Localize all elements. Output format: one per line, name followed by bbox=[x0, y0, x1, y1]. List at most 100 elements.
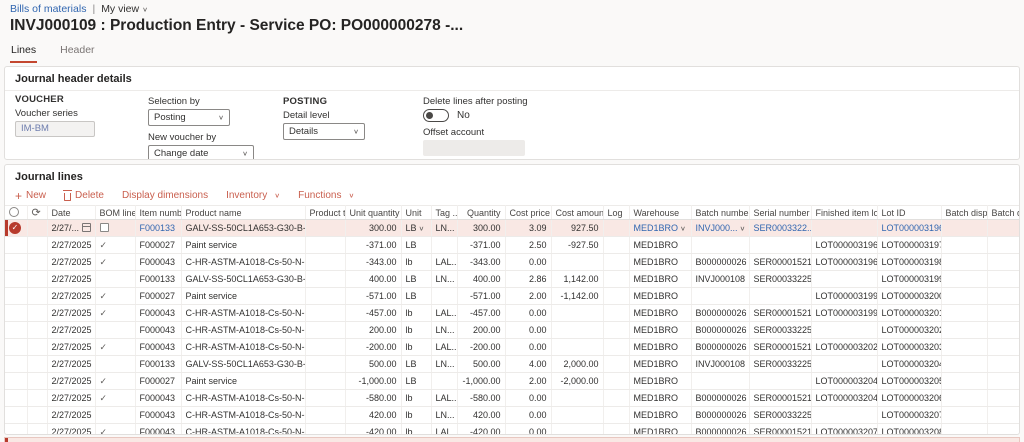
cell-bom-line[interactable]: ✓ bbox=[95, 305, 135, 322]
cell-finished-item-lot[interactable]: LOT000003202 bbox=[811, 339, 877, 356]
cell-bom-line[interactable]: ✓ bbox=[95, 424, 135, 436]
cell-date[interactable]: 2/27/2025 bbox=[47, 271, 95, 288]
cell-batch-number[interactable]: B000000026 bbox=[691, 305, 749, 322]
cell-lot-id[interactable]: LOT000003205 bbox=[877, 373, 941, 390]
cell-cost-price[interactable]: 3.09 bbox=[505, 220, 551, 237]
cell-item-number[interactable]: F000027 bbox=[135, 373, 181, 390]
cell-product-type[interactable] bbox=[305, 424, 345, 436]
cell-product-type[interactable] bbox=[305, 373, 345, 390]
row-selected-checkbox[interactable]: ✓ bbox=[9, 222, 21, 234]
cell-log[interactable] bbox=[603, 407, 629, 424]
cell-batch-number[interactable]: B000000026 bbox=[691, 424, 749, 436]
cell-quantity[interactable]: -343.00 bbox=[457, 254, 505, 271]
cell-batch-disposition[interactable] bbox=[941, 390, 987, 407]
cell-batch-number[interactable]: B000000026 bbox=[691, 254, 749, 271]
cell-serial-number[interactable] bbox=[749, 288, 811, 305]
cell-quantity[interactable]: -200.00 bbox=[457, 339, 505, 356]
cell-lot-id[interactable]: LOT000003207 bbox=[877, 407, 941, 424]
column-header-log[interactable]: Log bbox=[603, 206, 629, 220]
table-row[interactable]: 2/27/2025✓F000043C-HR-ASTM-A1018-Cs-50-N… bbox=[5, 424, 1020, 436]
cell-finished-item-lot[interactable] bbox=[811, 407, 877, 424]
cell-warehouse[interactable]: MED1BRO bbox=[629, 407, 691, 424]
cell-batch-number[interactable]: INVJ000108 bbox=[691, 271, 749, 288]
cell-tag[interactable] bbox=[431, 373, 457, 390]
cell-tag[interactable]: LAL... bbox=[431, 254, 457, 271]
new-voucher-by-select[interactable]: Change date∨ bbox=[148, 145, 254, 160]
cell-lot-id[interactable]: LOT000003202 bbox=[877, 322, 941, 339]
cell-unit-quantity[interactable]: 300.00 bbox=[345, 220, 401, 237]
cell-date[interactable]: 2/27/2025 bbox=[47, 373, 95, 390]
column-header-item-number[interactable]: Item number bbox=[135, 206, 181, 220]
cell-item-number[interactable]: F000043 bbox=[135, 322, 181, 339]
cell-cost-amount[interactable] bbox=[551, 305, 603, 322]
column-header-product-type[interactable]: Product type bbox=[305, 206, 345, 220]
cell-date[interactable]: 2/27/2025 bbox=[47, 407, 95, 424]
cell-unit[interactable]: lb bbox=[401, 339, 431, 356]
cell-bom-line[interactable] bbox=[95, 322, 135, 339]
cell-date[interactable]: 2/27/2025 bbox=[47, 305, 95, 322]
column-header-tag[interactable]: Tag ... bbox=[431, 206, 457, 220]
cell-cost-amount[interactable]: -1,142.00 bbox=[551, 288, 603, 305]
cell-batch-disposition[interactable] bbox=[941, 237, 987, 254]
cell-date[interactable]: 2/27/2025 bbox=[47, 356, 95, 373]
cell-unit-quantity[interactable]: -580.00 bbox=[345, 390, 401, 407]
cell-quantity[interactable]: 400.00 bbox=[457, 271, 505, 288]
table-row[interactable]: 2/27/2025✓F000027Paint service-1,000.00L… bbox=[5, 373, 1020, 390]
cell-cost-amount[interactable] bbox=[551, 390, 603, 407]
cell-date[interactable]: 2/27/2025 bbox=[47, 288, 95, 305]
cell-log[interactable] bbox=[603, 305, 629, 322]
table-row[interactable]: 2/27/2025✓F000027Paint service-571.00LB-… bbox=[5, 288, 1020, 305]
cell-date[interactable]: 2/27/2025 bbox=[47, 390, 95, 407]
cell-product-type[interactable] bbox=[305, 305, 345, 322]
cell-date[interactable]: 2/27/2025 bbox=[47, 339, 95, 356]
cell-unit[interactable]: LB bbox=[401, 356, 431, 373]
cell-warehouse[interactable]: MED1BRO bbox=[629, 390, 691, 407]
cell-batch-disp[interactable] bbox=[987, 339, 1020, 356]
selection-by-select[interactable]: Posting∨ bbox=[148, 109, 230, 126]
cell-bom-line[interactable]: ✓ bbox=[95, 288, 135, 305]
cell-lot-id[interactable]: LOT000003204 bbox=[877, 356, 941, 373]
cell-unit[interactable]: LB bbox=[401, 288, 431, 305]
offset-account-input[interactable] bbox=[423, 140, 525, 156]
cell-product-name[interactable]: C-HR-ASTM-A1018-Cs-50-N-CU-P / C-H... bbox=[181, 305, 305, 322]
cell-batch-disp[interactable] bbox=[987, 424, 1020, 436]
cell-finished-item-lot[interactable]: LOT000003199 bbox=[811, 305, 877, 322]
cell-tag[interactable]: LN... bbox=[431, 407, 457, 424]
new-button[interactable]: +New bbox=[15, 190, 46, 201]
cell-batch-disposition[interactable] bbox=[941, 220, 987, 237]
cell-quantity[interactable]: -1,000.00 bbox=[457, 373, 505, 390]
cell-date[interactable]: 2/27/... bbox=[47, 220, 95, 237]
cell-batch-disposition[interactable] bbox=[941, 322, 987, 339]
cell-item-number[interactable]: F000027 bbox=[135, 237, 181, 254]
cell-batch-number[interactable] bbox=[691, 237, 749, 254]
table-row[interactable]: 2/27/2025✓F000043C-HR-ASTM-A1018-Cs-50-N… bbox=[5, 305, 1020, 322]
cell-cost-price[interactable]: 0.00 bbox=[505, 254, 551, 271]
row-select-cell[interactable] bbox=[5, 373, 27, 390]
cell-cost-amount[interactable]: -927.50 bbox=[551, 237, 603, 254]
cell-finished-item-lot[interactable]: LOT000003196 bbox=[811, 237, 877, 254]
row-select-cell[interactable] bbox=[5, 271, 27, 288]
cell-product-name[interactable]: GALV-SS-50CL1A653-G30-B-C / GALV-SS... bbox=[181, 220, 305, 237]
cell-warehouse[interactable]: MED1BRO bbox=[629, 339, 691, 356]
cell-log[interactable] bbox=[603, 390, 629, 407]
cell-warehouse[interactable]: MED1BRO bbox=[629, 237, 691, 254]
cell-finished-item-lot[interactable]: LOT000003196 bbox=[811, 254, 877, 271]
cell-batch-disp[interactable] bbox=[987, 356, 1020, 373]
refresh-cell[interactable]: ⟳ bbox=[27, 206, 47, 220]
cell-bom-line[interactable] bbox=[95, 271, 135, 288]
cell-serial-number[interactable]: SER000332256 bbox=[749, 356, 811, 373]
row-select-cell[interactable] bbox=[5, 305, 27, 322]
cell-product-name[interactable]: Paint service bbox=[181, 288, 305, 305]
column-header-date[interactable]: Date bbox=[47, 206, 95, 220]
row-select-cell[interactable] bbox=[5, 254, 27, 271]
column-header-serial-number[interactable]: Serial number bbox=[749, 206, 811, 220]
cell-finished-item-lot[interactable] bbox=[811, 356, 877, 373]
column-header-cost-amount[interactable]: Cost amount bbox=[551, 206, 603, 220]
column-header-bom-line[interactable]: BOM line bbox=[95, 206, 135, 220]
cell-date[interactable]: 2/27/2025 bbox=[47, 322, 95, 339]
cell-tag[interactable] bbox=[431, 237, 457, 254]
cell-cost-price[interactable]: 0.00 bbox=[505, 424, 551, 436]
cell-lot-id[interactable]: LOT000003198 bbox=[877, 254, 941, 271]
cell-log[interactable] bbox=[603, 356, 629, 373]
row-select-cell[interactable] bbox=[5, 356, 27, 373]
